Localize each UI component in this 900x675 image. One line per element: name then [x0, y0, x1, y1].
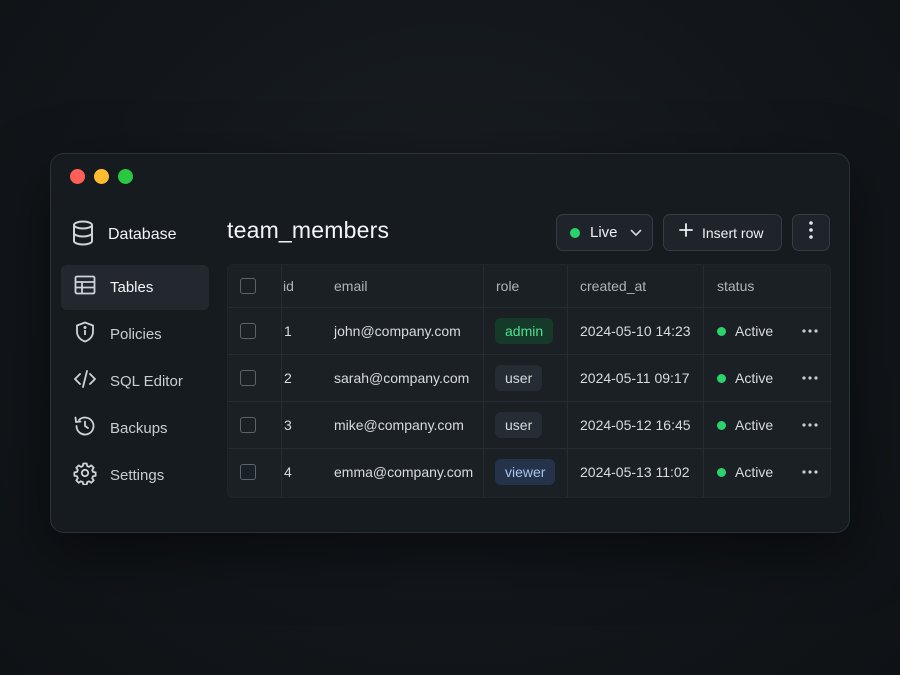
- column-header-email[interactable]: email: [334, 265, 367, 307]
- live-label: Live: [590, 224, 618, 241]
- select-all-checkbox[interactable]: [240, 278, 256, 294]
- gear-icon: [73, 461, 97, 490]
- insert-row-button[interactable]: Insert row: [663, 214, 782, 251]
- row-checkbox[interactable]: [240, 323, 256, 339]
- sidebar-brand: Database: [71, 220, 177, 251]
- plus-icon: [679, 223, 693, 242]
- table-row[interactable]: 2 sarah@company.com user 2024-05-11 09:1…: [228, 354, 832, 401]
- table-header-row: id email role created_at status: [228, 265, 832, 307]
- code-icon: [73, 367, 97, 396]
- sidebar-item-policies[interactable]: Policies: [61, 312, 209, 357]
- sidebar-item-label: SQL Editor: [110, 373, 183, 390]
- cell-role: user: [495, 355, 543, 401]
- status-dot: [717, 326, 726, 336]
- role-badge: viewer: [495, 459, 556, 485]
- cell-created-at: 2024-05-11 09:17: [580, 370, 690, 386]
- role-badge: user: [495, 412, 543, 438]
- status-text: Active: [735, 464, 774, 480]
- row-checkbox[interactable]: [240, 464, 256, 480]
- database-icon: [71, 220, 95, 251]
- row-select-cell: [240, 402, 256, 448]
- sidebar-item-backups[interactable]: Backups: [61, 406, 209, 451]
- row-select-cell: [240, 449, 256, 495]
- cell-status: Active: [717, 308, 773, 354]
- status-text: Active: [735, 323, 774, 339]
- sidebar-item-label: Tables: [110, 279, 154, 296]
- column-header-status[interactable]: status: [717, 265, 754, 307]
- row-select-cell: [240, 355, 256, 401]
- status-text: Active: [735, 370, 774, 386]
- row-select-cell: [240, 308, 256, 354]
- insert-row-label: Insert row: [702, 224, 764, 241]
- brand-label: Database: [108, 226, 177, 243]
- select-all-cell: [240, 265, 256, 307]
- cell-id: 2: [284, 370, 292, 386]
- table-row[interactable]: 3 mike@company.com user 2024-05-12 16:45…: [228, 401, 832, 448]
- cell-status: Active: [717, 402, 773, 448]
- data-table: id email role created_at status 1 john@c…: [227, 264, 832, 498]
- title-bar: [51, 154, 849, 200]
- cell-id: 4: [284, 464, 292, 480]
- cell-id: 1: [284, 323, 292, 339]
- sidebar-item-label: Policies: [110, 326, 162, 343]
- row-actions-button[interactable]: [802, 449, 818, 495]
- status-dot: [717, 420, 726, 430]
- cell-email: emma@company.com: [334, 464, 474, 480]
- app-window: Database Tables Policies SQL Editor Back…: [50, 153, 850, 533]
- sidebar-nav: Tables Policies SQL Editor Backups Setti…: [61, 265, 209, 500]
- cell-email: sarah@company.com: [334, 370, 470, 386]
- row-actions-button[interactable]: [802, 308, 818, 354]
- horizontal-ellipsis-icon: [802, 376, 818, 380]
- column-header-created-at[interactable]: created_at: [580, 265, 646, 307]
- sidebar-item-sql-editor[interactable]: SQL Editor: [61, 359, 209, 404]
- maximize-window-button[interactable]: [118, 169, 133, 184]
- cell-role: viewer: [495, 449, 556, 495]
- sidebar-item-label: Settings: [110, 467, 165, 484]
- row-checkbox[interactable]: [240, 370, 256, 386]
- vertical-ellipsis-icon: [809, 221, 813, 244]
- sidebar-item-tables[interactable]: Tables: [61, 265, 209, 310]
- close-window-button[interactable]: [70, 169, 85, 184]
- cell-role: user: [495, 402, 543, 448]
- cell-role: admin: [495, 308, 554, 354]
- more-options-button[interactable]: [792, 214, 830, 251]
- column-header-id[interactable]: id: [283, 265, 294, 307]
- live-status-dot: [570, 227, 580, 238]
- cell-created-at: 2024-05-10 14:23: [580, 323, 691, 339]
- column-header-role[interactable]: role: [496, 265, 519, 307]
- role-badge: user: [495, 365, 543, 391]
- status-dot: [717, 373, 726, 383]
- row-actions-button[interactable]: [802, 355, 818, 401]
- table-row[interactable]: 1 john@company.com admin 2024-05-10 14:2…: [228, 307, 832, 354]
- sidebar-item-label: Backups: [110, 420, 168, 437]
- horizontal-ellipsis-icon: [802, 423, 818, 427]
- row-checkbox[interactable]: [240, 417, 256, 433]
- role-badge: admin: [495, 318, 554, 344]
- table-row[interactable]: 4 emma@company.com viewer 2024-05-13 11:…: [228, 448, 832, 495]
- shield-icon: [73, 320, 97, 349]
- table-icon: [73, 273, 97, 302]
- page-title: team_members: [227, 217, 390, 243]
- cell-created-at: 2024-05-13 11:02: [580, 464, 690, 480]
- minimize-window-button[interactable]: [94, 169, 109, 184]
- status-text: Active: [735, 417, 774, 433]
- cell-status: Active: [717, 449, 773, 495]
- cell-email: john@company.com: [334, 323, 461, 339]
- horizontal-ellipsis-icon: [802, 470, 818, 474]
- cell-id: 3: [284, 417, 292, 433]
- status-dot: [717, 467, 726, 477]
- history-icon: [73, 414, 97, 443]
- sidebar-item-settings[interactable]: Settings: [61, 453, 209, 498]
- live-mode-dropdown[interactable]: Live: [556, 214, 653, 251]
- cell-created-at: 2024-05-12 16:45: [580, 417, 691, 433]
- row-actions-button[interactable]: [802, 402, 818, 448]
- cell-email: mike@company.com: [334, 417, 464, 433]
- cell-status: Active: [717, 355, 773, 401]
- chevron-down-icon: [630, 224, 642, 242]
- horizontal-ellipsis-icon: [802, 329, 818, 333]
